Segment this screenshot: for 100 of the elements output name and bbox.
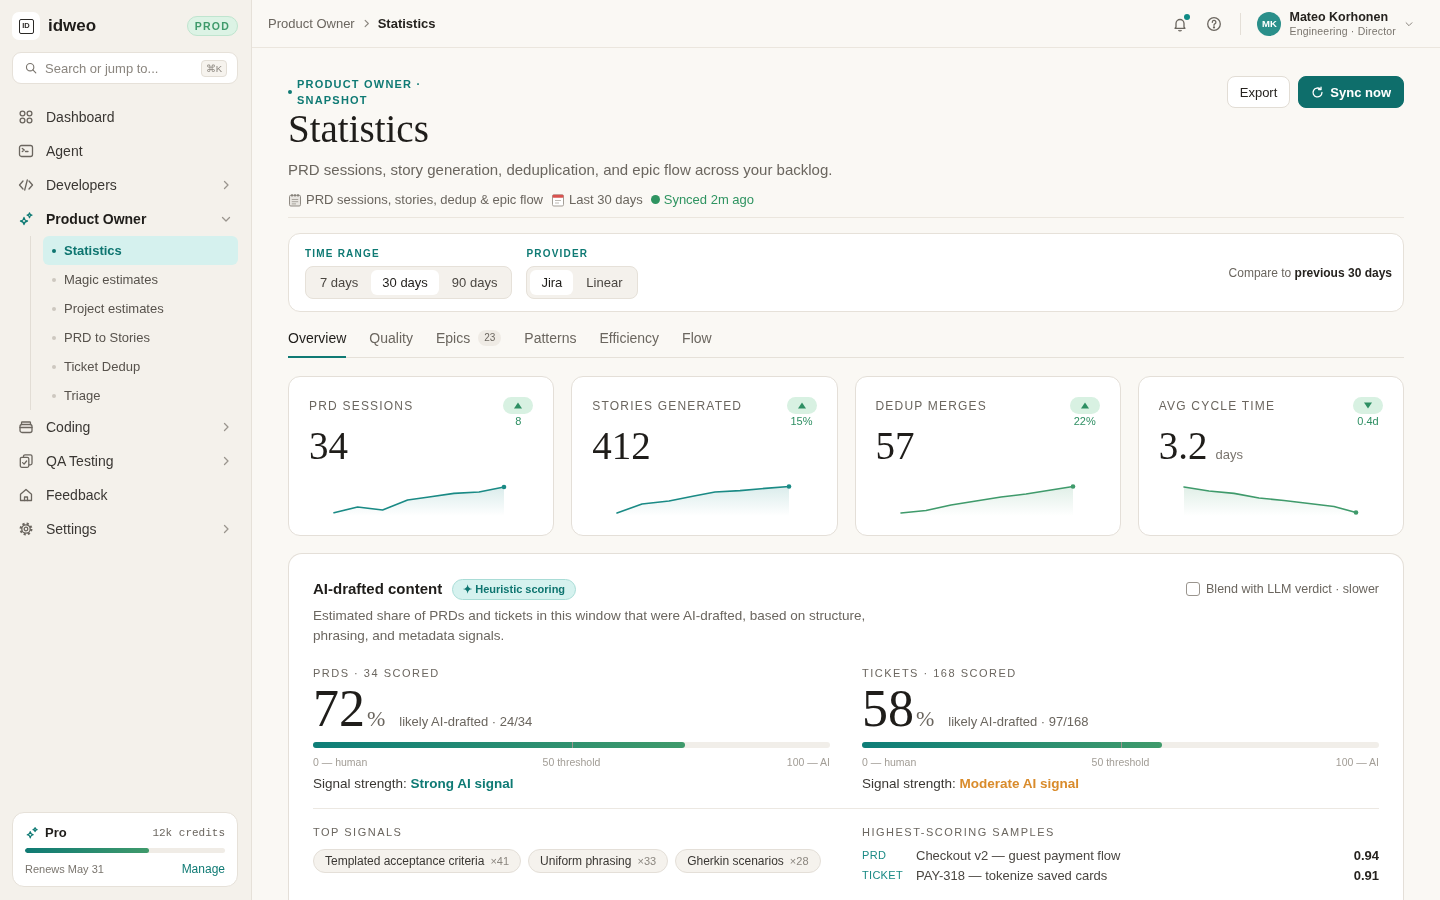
threshold-marker <box>571 742 573 748</box>
tab[interactable]: Flow <box>682 326 712 358</box>
sample-type: PRD <box>862 849 888 861</box>
subsection-label: TOP SIGNALS <box>313 825 404 839</box>
tab[interactable]: Quality <box>369 326 413 358</box>
meta-text: Last 30 days <box>569 192 643 207</box>
search-icon <box>25 62 37 74</box>
bullet-icon <box>52 335 56 340</box>
section-title: AI-drafted content <box>313 579 443 599</box>
brand-name: idweo <box>48 16 97 36</box>
score-label: TICKETS · 168 SCORED <box>862 666 1018 680</box>
breadcrumb-link[interactable]: Product Owner <box>268 16 355 31</box>
segment-option[interactable]: 90 days <box>440 270 509 295</box>
kpi-label: PRD SESSIONS <box>309 399 414 414</box>
kpi-value: 412 <box>592 426 651 466</box>
kpi-label: STORIES GENERATED <box>592 399 743 414</box>
terminal-icon <box>18 143 34 159</box>
grid-icon <box>18 109 34 125</box>
manage-link[interactable]: Manage <box>181 862 225 876</box>
signal-tag: Gherkin scenarios ×28 <box>675 849 821 873</box>
score-label: PRDS · 34 SCORED <box>313 666 441 680</box>
nav-subitem[interactable]: Magic estimates <box>43 265 238 294</box>
tab[interactable]: Overview <box>288 326 347 358</box>
action-button[interactable]: Sync now <box>1298 76 1404 108</box>
nav-subitem[interactable]: Statistics <box>43 236 238 265</box>
tray-icon <box>18 419 34 435</box>
bullet-icon <box>52 364 56 369</box>
user-name: Mateo Korhonen <box>1289 9 1390 25</box>
sample-score: 0.91 <box>1353 867 1379 883</box>
nav-item[interactable]: Feedback <box>12 478 238 512</box>
nav-item[interactable]: Settings <box>12 512 238 546</box>
nav-subitem[interactable]: PRD to Stories <box>43 323 238 352</box>
scale-label: 0 — human <box>313 756 368 769</box>
signal-tag: Uniform phrasing ×33 <box>528 849 669 873</box>
user-avatar[interactable]: MK <box>1257 11 1282 36</box>
nav-item[interactable]: Developers <box>12 168 238 202</box>
credits-label: 12k credits <box>152 826 225 839</box>
filter-label: TIME RANGE <box>305 247 381 260</box>
scoring-badge: ✦ Heuristic scoring <box>452 578 577 600</box>
nav-item[interactable]: Dashboard <box>12 100 238 134</box>
nav-item[interactable]: QA Testing <box>12 444 238 478</box>
breadcrumb-link[interactable]: Statistics <box>377 16 436 31</box>
meta-text: Synced 2m ago <box>663 192 755 207</box>
score-unit: % <box>916 706 935 732</box>
score-caption: likely AI-drafted · 24/34 <box>399 714 533 729</box>
nav-subitem[interactable]: Ticket Dedup <box>43 352 238 381</box>
kpi-value: 34 <box>309 426 348 466</box>
segment-option[interactable]: Linear <box>575 270 634 295</box>
section-description: Estimated share of PRDs and tickets in this window that were AI-drafted, based on structure, phrasing, and metadata signals. <box>313 607 867 645</box>
calendar-icon <box>551 192 565 207</box>
scale-label: 50 threshold <box>542 756 601 769</box>
meta-text: PRD sessions, stories, dedup & epic flow <box>306 192 543 207</box>
nav-subitem[interactable]: Triage <box>43 381 238 410</box>
checkbox-label: Blend with LLM verdict · slower <box>1206 582 1379 596</box>
bullet-icon <box>52 393 56 398</box>
sample-score: 0.94 <box>1353 847 1379 863</box>
page-title: Statistics <box>288 108 430 150</box>
signal-strength: Signal strength: Strong AI signal <box>313 775 515 792</box>
tab[interactable]: Epics 23 <box>435 326 502 358</box>
status-dot <box>650 195 660 204</box>
score-value: 72 <box>313 686 365 732</box>
kpi-unit: days <box>1215 447 1243 462</box>
eyebrow-label: PRODUCT OWNER · SNAPSHOT <box>297 77 423 108</box>
notepad-icon <box>288 192 302 207</box>
nav-item[interactable]: Product Owner <box>12 202 238 236</box>
sparkle-icon <box>18 211 34 227</box>
sample-type: TICKET <box>862 869 904 881</box>
plan-name: Pro <box>45 825 67 840</box>
bullet-icon <box>288 90 292 94</box>
home-icon <box>18 487 34 503</box>
action-button[interactable]: Export <box>1226 76 1291 108</box>
kpi-label: DEDUP MERGES <box>875 399 988 414</box>
nav-item[interactable]: Agent <box>12 134 238 168</box>
nav-item[interactable]: Coding <box>12 410 238 444</box>
subsection-label: HIGHEST-SCORING SAMPLES <box>862 825 1056 839</box>
score-caption: likely AI-drafted · 97/168 <box>948 714 1089 729</box>
segment-option[interactable]: 7 days <box>309 270 370 295</box>
help-icon[interactable] <box>1206 15 1223 32</box>
compare-note: Compare to previous 30 days <box>1228 266 1392 280</box>
kpi-label: AVG CYCLE TIME <box>1158 399 1276 414</box>
code-icon <box>18 177 34 193</box>
kpi-delta: 15% <box>790 415 813 428</box>
signal-strength: Signal strength: Moderate AI signal <box>862 775 1081 792</box>
segment-option[interactable]: 30 days <box>371 270 439 295</box>
environment-badge: PROD <box>186 16 238 36</box>
page-subtitle: PRD sessions, story generation, deduplication, and epic flow across your backlog. <box>288 160 833 180</box>
scale-label: 50 threshold <box>1091 756 1150 769</box>
sample-title[interactable]: Checkout v2 — guest payment flow <box>916 847 1354 863</box>
user-role: Engineering · Director <box>1289 24 1396 38</box>
sample-title[interactable]: PAY-318 — tokenize saved cards <box>916 867 1354 883</box>
scale-label: 100 — AI <box>1335 756 1379 769</box>
score-value: 58 <box>862 686 914 732</box>
bullet-icon <box>52 277 56 282</box>
kpi-delta: 8 <box>515 415 522 428</box>
nav-subitem[interactable]: Project estimates <box>43 294 238 323</box>
checkbox[interactable] <box>1186 582 1200 596</box>
filter-label: PROVIDER <box>526 247 590 260</box>
segment-option[interactable]: Jira <box>530 270 574 295</box>
tab[interactable]: Efficiency <box>599 326 660 358</box>
tab[interactable]: Patterns <box>524 326 577 358</box>
